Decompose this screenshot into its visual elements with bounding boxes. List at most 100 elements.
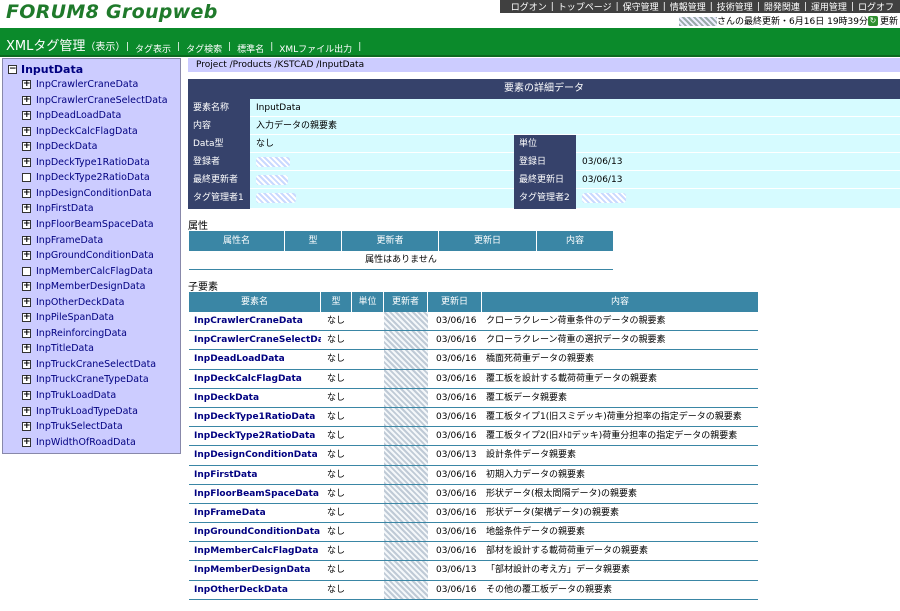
child-desc: 覆工板タイプ1(旧スミデッキ)荷重分担率の指定データの親要素 bbox=[486, 411, 742, 422]
child-updater-blurred bbox=[384, 446, 428, 465]
child-unit bbox=[352, 350, 384, 368]
detail-row-registered: 登録者 登録日 03/06/13 bbox=[188, 153, 900, 171]
child-updater-blurred bbox=[384, 388, 428, 407]
expand-icon[interactable]: + bbox=[22, 359, 31, 369]
top-nav-link[interactable]: 開発関連 bbox=[760, 0, 804, 13]
link-separator: | bbox=[270, 42, 274, 52]
tree-item[interactable]: + InpGroundConditionData bbox=[22, 250, 154, 261]
module-link[interactable]: 標準名 bbox=[237, 42, 264, 55]
table-row: InpDeckData なし 03/06/16 覆工板データ親要素 bbox=[189, 388, 758, 408]
tree-item[interactable]: + InpDeckCalcFlagData bbox=[22, 126, 138, 137]
tree-item[interactable]: + InpDeadLoadData bbox=[22, 110, 121, 121]
tree-item[interactable]: + InpWidthOfRoadData bbox=[22, 437, 136, 448]
module-link[interactable]: タグ表示 bbox=[135, 42, 171, 55]
tree-root[interactable]: − InputData bbox=[8, 63, 83, 76]
expand-icon[interactable]: + bbox=[22, 188, 31, 198]
top-nav-link[interactable]: ログオン bbox=[507, 0, 551, 13]
module-link[interactable]: XMLファイル出力 bbox=[279, 42, 352, 55]
child-name-link[interactable]: InpDesignConditionData bbox=[189, 446, 321, 464]
expand-icon[interactable]: + bbox=[22, 80, 31, 89]
expand-icon[interactable]: + bbox=[22, 406, 31, 416]
tree-item[interactable]: + InpTrukSelectData bbox=[22, 421, 123, 432]
child-name-link[interactable]: InpOtherDeckData bbox=[189, 581, 321, 599]
child-name-link[interactable]: InpDeckType1RatioData bbox=[189, 408, 321, 426]
expand-icon[interactable] bbox=[22, 266, 31, 276]
child-unit bbox=[352, 331, 384, 349]
top-nav-link[interactable]: ログオフ bbox=[854, 0, 898, 13]
child-date: 03/06/16 bbox=[436, 373, 477, 384]
expand-icon[interactable]: + bbox=[22, 391, 31, 400]
child-name-link[interactable]: InpFrameData bbox=[189, 504, 321, 522]
tree-item[interactable]: + InpFrameData bbox=[22, 235, 103, 246]
child-name-link[interactable]: InpDeckData bbox=[189, 389, 321, 407]
child-type: なし bbox=[327, 507, 346, 518]
unit-value bbox=[576, 135, 900, 153]
expand-icon[interactable]: + bbox=[22, 375, 31, 385]
expand-icon[interactable]: + bbox=[22, 95, 31, 105]
child-name-link[interactable]: InpDeadLoadData bbox=[189, 350, 321, 368]
child-name-link[interactable]: InpFloorBeamSpaceData bbox=[189, 485, 321, 503]
expand-icon[interactable]: + bbox=[22, 111, 31, 121]
child-type: なし bbox=[327, 565, 346, 576]
tree-item[interactable]: + InpDeckData bbox=[22, 141, 97, 152]
child-name-link[interactable]: InpMemberCalcFlagData bbox=[189, 542, 321, 560]
child-name-link[interactable]: InpDeckCalcFlagData bbox=[189, 370, 321, 388]
site-logo[interactable]: FORUM8 Groupweb bbox=[6, 1, 218, 23]
refresh-button[interactable]: ↻ 更新 bbox=[867, 14, 898, 27]
expand-icon[interactable]: + bbox=[22, 344, 31, 354]
detail-row-updated: 最終更新者 最終更新日 03/06/13 bbox=[188, 171, 900, 189]
top-nav-link[interactable]: 情報管理 bbox=[666, 0, 710, 13]
expand-icon[interactable]: + bbox=[22, 126, 31, 136]
tree-item[interactable]: InpDeckType2RatioData bbox=[22, 172, 150, 183]
expand-icon[interactable]: + bbox=[22, 328, 31, 338]
expand-icon[interactable]: + bbox=[22, 437, 31, 447]
children-header: 要素名 型 単位 更新者 更新日 内容 bbox=[189, 292, 758, 312]
collapse-icon[interactable]: − bbox=[8, 65, 17, 74]
child-unit bbox=[352, 485, 384, 503]
tree-item[interactable]: + InpTruckCraneTypeData bbox=[22, 374, 149, 385]
child-desc: 部材を設計する載荷荷重データの親要素 bbox=[486, 546, 649, 557]
child-updater-blurred bbox=[384, 523, 428, 542]
expand-icon[interactable]: + bbox=[22, 142, 31, 152]
expand-icon[interactable]: + bbox=[22, 297, 31, 307]
tree-item[interactable]: + InpCrawlerCraneSelectData bbox=[22, 95, 168, 106]
blurred-tag-manager2 bbox=[582, 192, 626, 203]
tree-item[interactable]: + InpOtherDeckData bbox=[22, 297, 124, 308]
child-name-link[interactable]: InpGroundConditionData bbox=[189, 523, 321, 541]
tree-item[interactable]: + InpDeckType1RatioData bbox=[22, 157, 150, 168]
expand-icon[interactable]: + bbox=[22, 251, 31, 261]
top-nav-link[interactable]: トップページ bbox=[554, 0, 616, 13]
expand-icon[interactable]: + bbox=[22, 204, 31, 214]
tree-item[interactable]: + InpCrawlerCraneData bbox=[22, 79, 138, 90]
expand-icon[interactable]: + bbox=[22, 422, 31, 432]
expand-icon[interactable]: + bbox=[22, 313, 31, 323]
tree-item[interactable]: + InpReinforcingData bbox=[22, 328, 127, 339]
expand-icon[interactable]: + bbox=[22, 282, 31, 292]
top-nav-link[interactable]: 運用管理 bbox=[807, 0, 851, 13]
expand-icon[interactable]: + bbox=[22, 235, 31, 245]
top-nav-link[interactable]: 保守管理 bbox=[619, 0, 663, 13]
expand-icon[interactable]: + bbox=[22, 157, 31, 167]
tree-item[interactable]: + InpFloorBeamSpaceData bbox=[22, 219, 154, 230]
tree-item[interactable]: InpMemberCalcFlagData bbox=[22, 266, 153, 277]
child-name-link[interactable]: InpDeckType2RatioData bbox=[189, 427, 321, 445]
tree-item-label: InpOtherDeckData bbox=[36, 296, 125, 308]
top-nav-link[interactable]: 技術管理 bbox=[713, 0, 757, 13]
child-name-link[interactable]: InpFirstData bbox=[189, 466, 321, 484]
tree-item[interactable]: + InpFirstData bbox=[22, 203, 94, 214]
tree-item[interactable]: + InpDesignConditionData bbox=[22, 188, 152, 199]
tree-item[interactable]: + InpMemberDesignData bbox=[22, 281, 145, 292]
child-name-link[interactable]: InpCrawlerCraneData bbox=[189, 312, 321, 330]
tree-item[interactable]: + InpTrukLoadTypeData bbox=[22, 406, 138, 417]
tree-item[interactable]: + InpTruckCraneSelectData bbox=[22, 359, 156, 370]
expand-icon[interactable] bbox=[22, 173, 31, 183]
tree-item-label: InpPileSpanData bbox=[36, 312, 115, 324]
attributes-table: 属性名 型 更新者 更新日 内容 属性はありません bbox=[189, 231, 613, 270]
tree-item[interactable]: + InpPileSpanData bbox=[22, 312, 114, 323]
child-name-link[interactable]: InpCrawlerCraneSelectData bbox=[189, 331, 321, 349]
module-link[interactable]: タグ検索 bbox=[186, 42, 222, 55]
child-name-link[interactable]: InpMemberDesignData bbox=[189, 561, 321, 579]
tree-item[interactable]: + InpTitleData bbox=[22, 343, 94, 354]
tree-item[interactable]: + InpTrukLoadData bbox=[22, 390, 116, 401]
expand-icon[interactable]: + bbox=[22, 219, 31, 229]
